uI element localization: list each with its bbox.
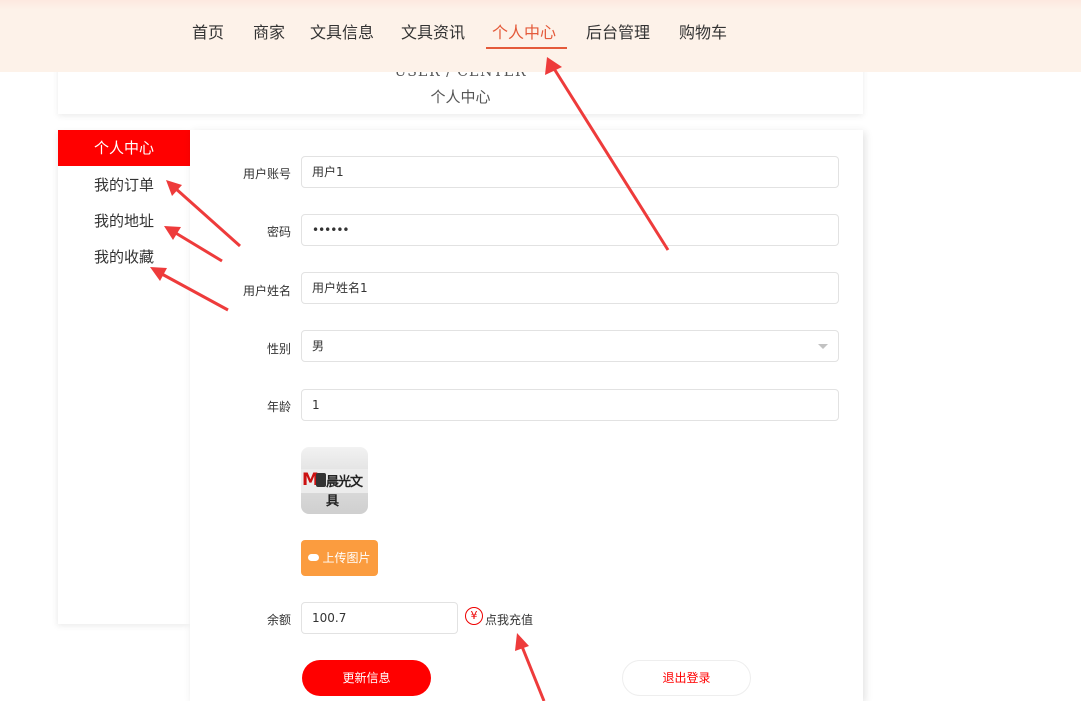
- avatar-logo-block: [316, 473, 326, 487]
- gender-label: 性别: [266, 342, 291, 356]
- sidebar-item-my-favorites[interactable]: 我的收藏: [58, 239, 190, 275]
- account-input[interactable]: 用户1: [301, 156, 839, 188]
- sidebar: 个人中心 我的订单 我的地址 我的收藏: [58, 130, 190, 624]
- top-navigation-bar: 首页 商家 文具信息 文具资讯 个人中心 后台管理 购物车: [0, 0, 1081, 72]
- nav-cart[interactable]: 购物车: [679, 22, 727, 44]
- logout-button[interactable]: 退出登录: [622, 660, 751, 696]
- avatar-logo-text: 晨光文具: [326, 475, 363, 509]
- upload-image-label: 上传图片: [322, 551, 371, 565]
- nav-user-center[interactable]: 个人中心: [492, 22, 556, 44]
- password-input[interactable]: ••••••: [301, 214, 839, 246]
- balance-input[interactable]: 100.7: [301, 602, 458, 634]
- gender-selected-value: 男: [312, 339, 325, 353]
- select-arrow-icon: [818, 344, 828, 349]
- account-label: 用户账号: [242, 167, 291, 181]
- yen-icon[interactable]: ¥: [465, 607, 483, 625]
- balance-label: 余额: [266, 613, 291, 627]
- gender-select[interactable]: 男: [301, 330, 839, 362]
- sidebar-item-user-center[interactable]: 个人中心: [58, 130, 190, 166]
- age-label: 年龄: [266, 400, 291, 414]
- recharge-link[interactable]: 点我充值: [485, 611, 533, 628]
- nav-merchant[interactable]: 商家: [253, 22, 285, 44]
- nav-admin[interactable]: 后台管理: [586, 22, 650, 44]
- name-input[interactable]: 用户姓名1: [301, 272, 839, 304]
- sidebar-item-my-address[interactable]: 我的地址: [58, 203, 190, 239]
- age-input[interactable]: 1: [301, 389, 839, 421]
- page-title-cn: 个人中心: [430, 88, 491, 106]
- nav-stationery-info[interactable]: 文具信息: [310, 22, 374, 44]
- nav-active-underline: [486, 47, 567, 49]
- update-info-button[interactable]: 更新信息: [302, 660, 431, 696]
- password-label: 密码: [266, 225, 291, 239]
- avatar-image: M 晨光文具: [301, 447, 368, 514]
- cloud-upload-icon: [308, 554, 320, 561]
- upload-image-button[interactable]: 上传图片: [301, 540, 378, 576]
- nav-home[interactable]: 首页: [192, 22, 224, 44]
- name-label: 用户姓名: [242, 284, 291, 298]
- nav-stationery-news[interactable]: 文具资讯: [401, 22, 465, 44]
- sidebar-item-my-orders[interactable]: 我的订单: [58, 167, 190, 203]
